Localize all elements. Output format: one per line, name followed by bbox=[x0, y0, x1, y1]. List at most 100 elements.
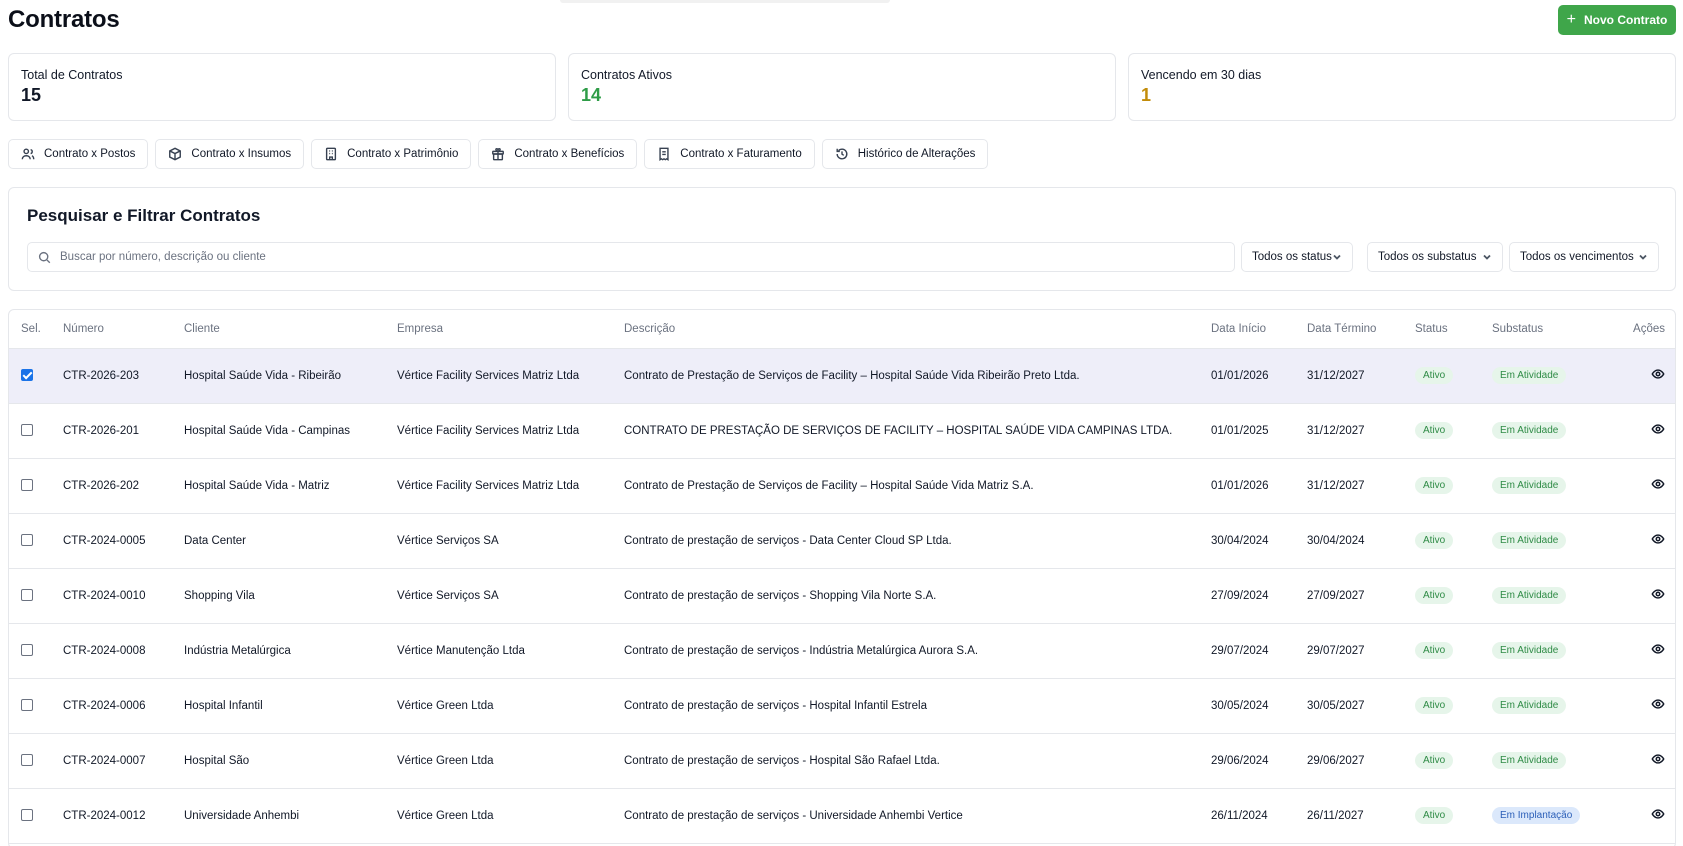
eye-icon bbox=[1651, 589, 1665, 599]
table-row[interactable]: CTR-2026-201 Hospital Saúde Vida - Campin… bbox=[9, 403, 1675, 459]
contract-tools: Contrato x Postos Contrato x Insumos Con… bbox=[8, 139, 989, 169]
cell-acoes bbox=[1618, 568, 1675, 624]
view-button[interactable] bbox=[1651, 587, 1665, 601]
row-checkbox[interactable] bbox=[21, 424, 33, 437]
status-badge: Ativo bbox=[1415, 532, 1454, 549]
header-sel: Sel. bbox=[9, 310, 51, 349]
status-badge: Ativo bbox=[1415, 642, 1454, 659]
cell-data-termino: 29/07/2027 bbox=[1295, 623, 1403, 679]
vencimentos-select-value: Todos os vencimentos bbox=[1520, 251, 1634, 263]
status-select[interactable]: Todos os status bbox=[1241, 242, 1353, 272]
tool-historico-alteracoes[interactable]: Histórico de Alterações bbox=[821, 139, 989, 169]
cell-data-inicio: 30/05/2024 bbox=[1199, 678, 1295, 734]
cell-acoes bbox=[1618, 623, 1675, 679]
cell-descricao: Contrato de prestação de serviços - Shop… bbox=[612, 568, 1199, 624]
tool-contrato-patrimonio[interactable]: Contrato x Patrimônio bbox=[311, 139, 472, 169]
table-row[interactable]: CTR-2024-0006 Hospital Infantil Vértice Gr… bbox=[9, 678, 1675, 734]
table-header-row: Sel. Número Cliente Empresa Descrição Da… bbox=[9, 310, 1675, 349]
cell-status: Ativo bbox=[1403, 458, 1480, 514]
contracts-table: Sel. Número Cliente Empresa Descrição Da… bbox=[8, 309, 1676, 846]
tool-contrato-insumos[interactable]: Contrato x Insumos bbox=[155, 139, 305, 169]
cell-empresa: Vértice Manutenção Ltda bbox=[385, 623, 612, 679]
row-checkbox[interactable] bbox=[21, 754, 33, 767]
search-box[interactable] bbox=[27, 242, 1235, 272]
status-badge: Ativo bbox=[1415, 697, 1454, 714]
table-row[interactable]: CTR-2026-203 Hospital Saúde Vida - Ribeir… bbox=[9, 348, 1675, 404]
cell-empresa: Vértice Green Ltda bbox=[385, 788, 612, 844]
view-button[interactable] bbox=[1651, 532, 1665, 546]
cell-substatus: Em Atividade bbox=[1480, 733, 1618, 789]
table-row[interactable]: CTR-2024-0012 Universidade Anhembi Vértice… bbox=[9, 788, 1675, 844]
cell-numero: CTR-2026-203 bbox=[51, 348, 172, 404]
view-button[interactable] bbox=[1651, 642, 1665, 656]
cell-descricao: Contrato de Prestação de Serviços de Fac… bbox=[612, 458, 1199, 514]
cell-data-termino: 30/04/2024 bbox=[1295, 513, 1403, 569]
table-row[interactable]: CTR-2024-0007 Hospital São Vértice Green L… bbox=[9, 733, 1675, 789]
row-checkbox[interactable] bbox=[21, 479, 33, 492]
cell-substatus: Em Atividade bbox=[1480, 678, 1618, 734]
row-checkbox[interactable] bbox=[21, 809, 33, 822]
row-checkbox[interactable] bbox=[21, 644, 33, 657]
view-button[interactable] bbox=[1651, 367, 1665, 381]
status-badge: Ativo bbox=[1415, 477, 1454, 494]
view-button[interactable] bbox=[1651, 477, 1665, 491]
status-badge: Ativo bbox=[1415, 752, 1454, 769]
view-button[interactable] bbox=[1651, 752, 1665, 766]
header-empresa: Empresa bbox=[385, 310, 612, 349]
substatus-select[interactable]: Todos os substatus bbox=[1367, 242, 1503, 272]
cell-empresa: Vértice Serviços SA bbox=[385, 513, 612, 569]
box-icon bbox=[169, 147, 182, 161]
card-vencendo-30-dias: Vencendo em 30 dias 1 bbox=[1128, 53, 1676, 121]
row-checkbox[interactable] bbox=[21, 589, 33, 602]
table-row[interactable]: CTR-2024-0008 Indústria Metalúrgica Vértic… bbox=[9, 623, 1675, 679]
cell-data-inicio: 29/06/2024 bbox=[1199, 733, 1295, 789]
tool-contrato-beneficios[interactable]: Contrato x Benefícios bbox=[478, 139, 638, 169]
search-input[interactable] bbox=[60, 251, 1210, 263]
table-row[interactable]: CTR-2024-0005 Data Center Vértice Serviços… bbox=[9, 513, 1675, 569]
cell-status: Ativo bbox=[1403, 733, 1480, 789]
table-row[interactable]: CTR-2024-0010 Shopping Vila Vértice Serviç… bbox=[9, 568, 1675, 624]
vencimentos-select[interactable]: Todos os vencimentos bbox=[1509, 242, 1659, 272]
cell-data-termino: 31/12/2027 bbox=[1295, 348, 1403, 404]
cell-empresa: Vértice Facility Services Matriz Ltda bbox=[385, 403, 612, 459]
view-button[interactable] bbox=[1651, 807, 1665, 821]
chevron-down-icon bbox=[1483, 254, 1491, 260]
tool-label: Contrato x Benefícios bbox=[514, 148, 625, 160]
substatus-badge: Em Atividade bbox=[1492, 477, 1567, 494]
cell-sel bbox=[9, 623, 51, 679]
cell-cliente: Indústria Metalúrgica bbox=[172, 623, 385, 679]
cell-descricao: Contrato de prestação de serviços - Univ… bbox=[612, 788, 1199, 844]
tool-contrato-faturamento[interactable]: Contrato x Faturamento bbox=[644, 139, 815, 169]
tool-contrato-postos[interactable]: Contrato x Postos bbox=[8, 139, 149, 169]
cell-data-termino: 30/05/2027 bbox=[1295, 678, 1403, 734]
substatus-badge: Em Atividade bbox=[1492, 587, 1567, 604]
view-button[interactable] bbox=[1651, 422, 1665, 436]
card-value: 14 bbox=[581, 85, 602, 105]
cell-cliente: Universidade Anhembi bbox=[172, 788, 385, 844]
cell-data-inicio: 29/07/2024 bbox=[1199, 623, 1295, 679]
cell-empresa: Vértice Green Ltda bbox=[385, 678, 612, 734]
cell-empresa: Vértice Serviços SA bbox=[385, 568, 612, 624]
eye-icon bbox=[1651, 644, 1665, 654]
eye-icon bbox=[1651, 534, 1665, 544]
header-data-termino: Data Término bbox=[1295, 310, 1403, 349]
row-checkbox[interactable] bbox=[21, 699, 33, 712]
header-numero: Número bbox=[51, 310, 172, 349]
new-contract-button[interactable]: + Novo Contrato bbox=[1558, 5, 1676, 35]
substatus-badge: Em Atividade bbox=[1492, 642, 1567, 659]
cell-substatus: Em Implantação bbox=[1480, 788, 1618, 844]
summary-cards: Total de Contratos 15 Contratos Ativos 1… bbox=[8, 53, 1676, 121]
cell-cliente: Data Center bbox=[172, 513, 385, 569]
cell-descricao: Contrato de prestação de serviços - Hosp… bbox=[612, 733, 1199, 789]
cell-sel bbox=[9, 513, 51, 569]
cell-substatus: Em Atividade bbox=[1480, 623, 1618, 679]
row-checkbox[interactable] bbox=[21, 369, 33, 382]
cell-numero: CTR-2024-0006 bbox=[51, 678, 172, 734]
header-status: Status bbox=[1403, 310, 1480, 349]
view-button[interactable] bbox=[1651, 697, 1665, 711]
substatus-badge: Em Atividade bbox=[1492, 697, 1567, 714]
tool-label: Contrato x Patrimônio bbox=[347, 148, 459, 160]
table-row[interactable]: CTR-2026-202 Hospital Saúde Vida - Matriz… bbox=[9, 458, 1675, 514]
plus-icon: + bbox=[1566, 11, 1576, 28]
row-checkbox[interactable] bbox=[21, 534, 33, 547]
